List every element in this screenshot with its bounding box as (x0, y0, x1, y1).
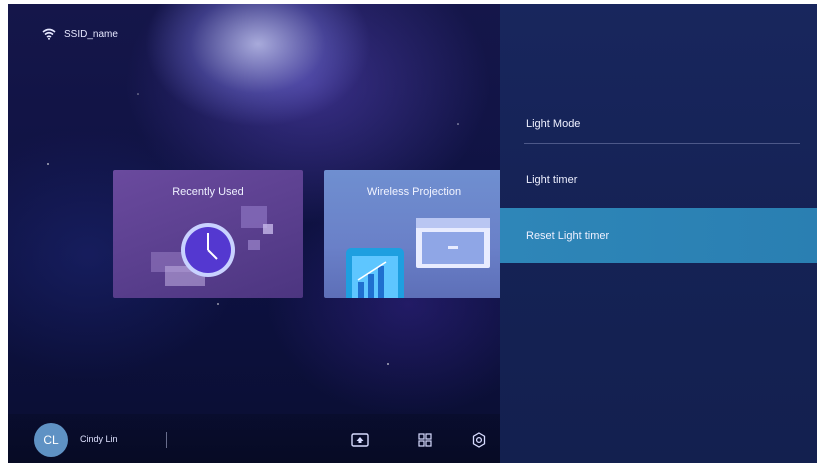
input-source-icon (351, 433, 369, 447)
user-name: Cindy Lin (80, 434, 118, 444)
phone-projection-icon (346, 218, 490, 298)
menu-item-label: Reset Light timer (526, 229, 610, 242)
avatar[interactable]: CL (34, 423, 68, 457)
menu-item-light-mode[interactable]: Light Mode (500, 102, 817, 146)
settings-panel: Light Mode Light timer Reset Light timer (500, 4, 817, 463)
menu-item-label: Light timer (526, 174, 578, 186)
apps-grid-icon (418, 433, 432, 447)
avatar-initials: CL (43, 433, 59, 447)
wifi-icon (42, 28, 56, 40)
apps-button[interactable] (415, 430, 435, 450)
network-status: SSID_name (42, 28, 118, 40)
settings-gear-icon (472, 432, 486, 448)
ssid-label: SSID_name (64, 28, 118, 40)
bottom-bar: CL Cindy Lin (8, 414, 500, 463)
menu-item-label: Light Mode (526, 118, 581, 130)
recently-used-tile[interactable]: Recently Used (113, 170, 303, 298)
clock-icon (151, 206, 273, 286)
projector-screen: SSID_name Recently Used Wireless Project… (8, 4, 817, 463)
wireless-projection-tile[interactable]: Wireless Projection (324, 170, 500, 298)
divider (166, 432, 167, 448)
input-source-button[interactable] (350, 430, 370, 450)
menu-item-light-timer[interactable]: Light timer (500, 158, 817, 202)
home-background: SSID_name Recently Used Wireless Project… (8, 4, 500, 463)
menu-item-reset-light-timer[interactable]: Reset Light timer (500, 208, 817, 263)
settings-button[interactable] (469, 430, 489, 450)
